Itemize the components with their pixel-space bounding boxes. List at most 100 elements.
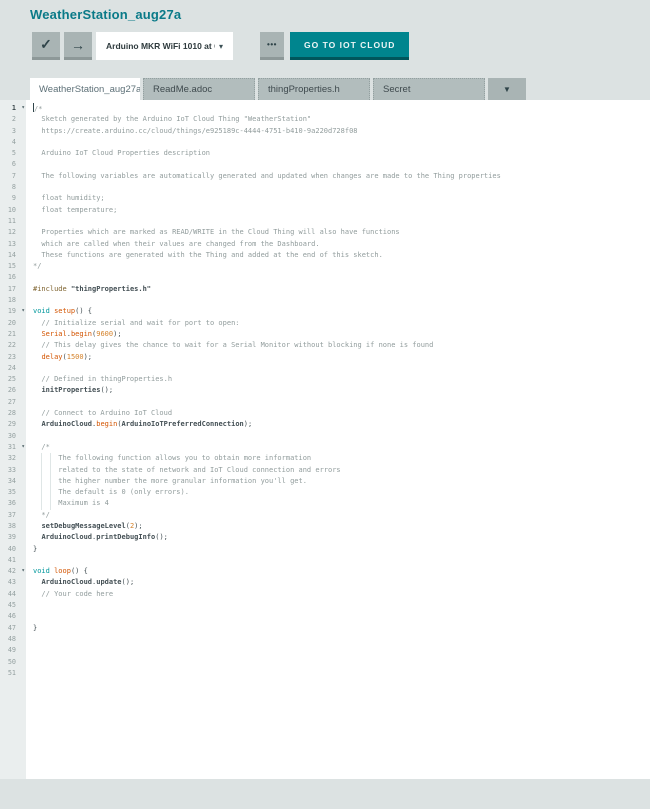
code-line[interactable]: // This delay gives the chance to wait f… — [33, 340, 650, 351]
code-token: The following variables are automaticall… — [33, 172, 501, 180]
tab-thingproperties[interactable]: thingProperties.h — [258, 78, 370, 100]
code-line[interactable] — [33, 295, 650, 306]
code-line[interactable] — [33, 634, 650, 645]
fold-toggle-icon[interactable]: ▾ — [21, 102, 25, 113]
code-line[interactable] — [33, 272, 650, 283]
line-number: 26 — [0, 385, 26, 396]
code-line[interactable]: These functions are generated with the T… — [33, 250, 650, 261]
tab-readme[interactable]: ReadMe.adoc — [143, 78, 255, 100]
line-number: 6 — [0, 159, 26, 170]
code-line[interactable]: void loop() { — [33, 566, 650, 577]
line-number: 13 — [0, 239, 26, 250]
code-line[interactable] — [33, 182, 650, 193]
tabs-overflow-button[interactable]: ▼ — [488, 78, 526, 100]
code-token: update — [96, 578, 121, 586]
code-line[interactable] — [33, 645, 650, 656]
line-number: 7 — [0, 171, 26, 182]
line-number: 28 — [0, 408, 26, 419]
arduino-web-editor: WeatherStation_aug27a ✓ → Arduino MKR Wi… — [0, 0, 650, 809]
code-line[interactable]: // Your code here — [33, 589, 650, 600]
verify-button[interactable]: ✓ — [32, 32, 60, 60]
line-number: 25 — [0, 374, 26, 385]
line-number: 15 — [0, 261, 26, 272]
code-token: Serial — [41, 330, 66, 338]
code-editor[interactable]: 1▾2345678910111213141516171819▾202122232… — [0, 100, 650, 779]
line-number: 19▾ — [0, 306, 26, 317]
tab-sketch[interactable]: WeatherStation_aug27a.ino — [30, 78, 140, 100]
code-line[interactable]: // Defined in thingProperties.h — [33, 374, 650, 385]
code-line[interactable] — [33, 657, 650, 668]
code-line[interactable]: */ — [33, 261, 650, 272]
code-line[interactable]: The following function allows you to obt… — [33, 453, 650, 464]
code-line[interactable]: #include "thingProperties.h" — [33, 284, 650, 295]
code-line[interactable]: Arduino IoT Cloud Properties description — [33, 148, 650, 159]
code-line[interactable]: // Connect to Arduino IoT Cloud — [33, 408, 650, 419]
code-token: () { — [75, 307, 92, 315]
code-line[interactable]: } — [33, 544, 650, 555]
code-line[interactable]: } — [33, 623, 650, 634]
code-line[interactable] — [33, 600, 650, 611]
code-token: void — [33, 307, 50, 315]
code-token: void — [33, 567, 50, 575]
line-number: 31▾ — [0, 442, 26, 453]
code-line[interactable]: float humidity; — [33, 193, 650, 204]
code-line[interactable]: Properties which are marked as READ/WRIT… — [33, 227, 650, 238]
code-area[interactable]: /* Sketch generated by the Arduino IoT C… — [26, 100, 650, 779]
code-line[interactable]: /* — [33, 103, 650, 114]
line-number: 33 — [0, 465, 26, 476]
tab-secret[interactable]: Secret — [373, 78, 485, 100]
fold-toggle-icon[interactable]: ▾ — [21, 305, 25, 316]
more-options-button[interactable]: ••• — [260, 32, 284, 60]
code-token: 1500 — [67, 353, 84, 361]
code-line[interactable]: */ — [33, 510, 650, 521]
arrow-right-icon: → — [71, 37, 85, 53]
code-token: begin — [96, 420, 117, 428]
code-line[interactable]: ArduinoCloud.update(); — [33, 577, 650, 588]
code-line[interactable]: The default is 0 (only errors). — [33, 487, 650, 498]
code-line[interactable] — [33, 397, 650, 408]
line-number: 23 — [0, 352, 26, 363]
code-line[interactable]: https://create.arduino.cc/cloud/things/e… — [33, 126, 650, 137]
code-line[interactable]: Sketch generated by the Arduino IoT Clou… — [33, 114, 650, 125]
code-token: ); — [134, 522, 142, 530]
code-line[interactable]: which are called when their values are c… — [33, 239, 650, 250]
code-line[interactable]: Serial.begin(9600); — [33, 329, 650, 340]
line-number: 36 — [0, 498, 26, 509]
line-number: 27 — [0, 397, 26, 408]
code-token: 9600 — [96, 330, 113, 338]
upload-button[interactable]: → — [64, 32, 92, 60]
code-line[interactable]: The following variables are automaticall… — [33, 171, 650, 182]
code-line[interactable] — [33, 216, 650, 227]
go-to-iot-cloud-button[interactable]: GO TO IOT CLOUD — [290, 32, 409, 60]
code-line[interactable] — [33, 137, 650, 148]
code-token: ); — [113, 330, 121, 338]
code-line[interactable]: float temperature; — [33, 205, 650, 216]
code-line[interactable]: ArduinoCloud.printDebugInfo(); — [33, 532, 650, 543]
code-line[interactable]: /* — [33, 442, 650, 453]
code-line[interactable]: ArduinoCloud.begin(ArduinoIoTPreferredCo… — [33, 419, 650, 430]
code-line[interactable]: initProperties(); — [33, 385, 650, 396]
code-line[interactable] — [33, 611, 650, 622]
code-line[interactable]: // Initialize serial and wait for port t… — [33, 318, 650, 329]
code-line[interactable] — [33, 363, 650, 374]
code-line[interactable] — [33, 431, 650, 442]
code-token: which are called when their values are c… — [33, 240, 320, 248]
code-token: } — [33, 624, 37, 632]
code-line[interactable]: the higher number the more granular info… — [33, 476, 650, 487]
code-token: float humidity; — [33, 194, 105, 202]
code-line[interactable]: setDebugMessageLevel(2); — [33, 521, 650, 532]
code-token: Sketch generated by the Arduino IoT Clou… — [33, 115, 311, 123]
code-token: The default is 0 (only errors). — [33, 488, 189, 496]
code-token: // Initialize serial and wait for port t… — [33, 319, 240, 327]
code-line[interactable] — [33, 668, 650, 679]
fold-toggle-icon[interactable]: ▾ — [21, 565, 25, 576]
fold-toggle-icon[interactable]: ▾ — [21, 441, 25, 452]
code-line[interactable]: void setup() { — [33, 306, 650, 317]
code-line[interactable] — [33, 159, 650, 170]
code-token: */ — [33, 262, 41, 270]
code-line[interactable]: related to the state of network and IoT … — [33, 465, 650, 476]
board-selector[interactable]: Arduino MKR WiFi 1010 at C... ▾ — [96, 32, 233, 60]
code-line[interactable]: Maximum is 4 — [33, 498, 650, 509]
code-line[interactable] — [33, 555, 650, 566]
code-line[interactable]: delay(1500); — [33, 352, 650, 363]
